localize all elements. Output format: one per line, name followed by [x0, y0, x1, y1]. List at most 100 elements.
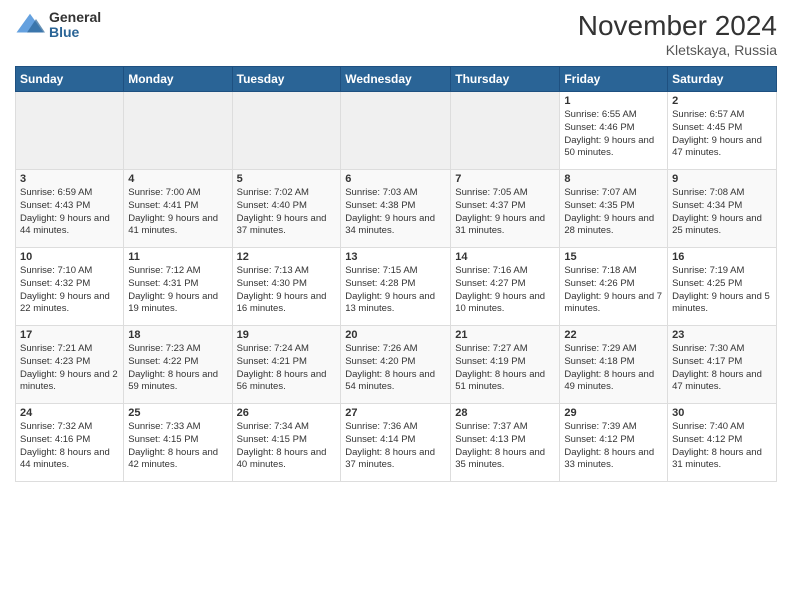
table-row [232, 92, 341, 170]
cell-content: Sunrise: 7:39 AM Sunset: 4:12 PM Dayligh… [564, 421, 663, 472]
table-row: 3 Sunrise: 6:59 AM Sunset: 4:43 PM Daylig… [16, 170, 124, 248]
day-number: 14 [455, 251, 555, 263]
day-number: 7 [455, 173, 555, 185]
table-row [124, 92, 232, 170]
table-row: 18 Sunrise: 7:23 AM Sunset: 4:22 PM Dayli… [124, 326, 232, 404]
cell-content: Sunrise: 7:05 AM Sunset: 4:37 PM Dayligh… [455, 187, 555, 238]
cell-content: Sunrise: 7:07 AM Sunset: 4:35 PM Dayligh… [564, 187, 663, 238]
table-row: 29 Sunrise: 7:39 AM Sunset: 4:12 PM Dayli… [560, 404, 668, 482]
logo-general: General [49, 10, 101, 25]
table-row: 24Sunrise: 7:32 AM Sunset: 4:16 PM Dayli… [16, 404, 124, 482]
logo-blue: Blue [49, 25, 101, 40]
day-number: 2 [672, 95, 772, 107]
cell-content: Sunrise: 7:37 AM Sunset: 4:13 PM Dayligh… [455, 421, 555, 472]
table-row: 9 Sunrise: 7:08 AM Sunset: 4:34 PM Daylig… [668, 170, 777, 248]
col-friday: Friday [560, 67, 668, 92]
day-number: 22 [564, 329, 663, 341]
day-number: 3 [20, 173, 119, 185]
table-row [451, 92, 560, 170]
table-row: 2 Sunrise: 6:57 AM Sunset: 4:45 PM Daylig… [668, 92, 777, 170]
table-row: 30Sunrise: 7:40 AM Sunset: 4:12 PM Dayli… [668, 404, 777, 482]
cell-content: Sunrise: 7:10 AM Sunset: 4:32 PM Dayligh… [20, 265, 119, 316]
table-row: 5Sunrise: 7:02 AM Sunset: 4:40 PM Daylig… [232, 170, 341, 248]
day-number: 16 [672, 251, 772, 263]
day-number: 23 [672, 329, 772, 341]
table-row: 22 Sunrise: 7:29 AM Sunset: 4:18 PM Dayli… [560, 326, 668, 404]
calendar-header-row: Sunday Monday Tuesday Wednesday Thursday… [16, 67, 777, 92]
table-row: 15Sunrise: 7:18 AM Sunset: 4:26 PM Dayli… [560, 248, 668, 326]
cell-content: Sunrise: 7:08 AM Sunset: 4:34 PM Dayligh… [672, 187, 772, 238]
cell-content: Sunrise: 7:33 AM Sunset: 4:15 PM Dayligh… [128, 421, 227, 472]
day-number: 5 [237, 173, 337, 185]
table-row: 12 Sunrise: 7:13 AM Sunset: 4:30 PM Dayli… [232, 248, 341, 326]
table-row: 11 Sunrise: 7:12 AM Sunset: 4:31 PM Dayli… [124, 248, 232, 326]
table-row: 28 Sunrise: 7:37 AM Sunset: 4:13 PM Dayli… [451, 404, 560, 482]
table-row: 16 Sunrise: 7:19 AM Sunset: 4:25 PM Dayli… [668, 248, 777, 326]
cell-content: Sunrise: 7:36 AM Sunset: 4:14 PM Dayligh… [345, 421, 446, 472]
col-monday: Monday [124, 67, 232, 92]
calendar-week-0: 1Sunrise: 6:55 AM Sunset: 4:46 PM Daylig… [16, 92, 777, 170]
table-row: 8Sunrise: 7:07 AM Sunset: 4:35 PM Daylig… [560, 170, 668, 248]
location: Kletskaya, Russia [578, 42, 777, 58]
day-number: 15 [564, 251, 663, 263]
day-number: 28 [455, 407, 555, 419]
cell-content: Sunrise: 7:21 AM Sunset: 4:23 PM Dayligh… [20, 343, 119, 394]
calendar: Sunday Monday Tuesday Wednesday Thursday… [15, 66, 777, 482]
day-number: 17 [20, 329, 119, 341]
day-number: 9 [672, 173, 772, 185]
day-number: 12 [237, 251, 337, 263]
col-tuesday: Tuesday [232, 67, 341, 92]
table-row: 17 Sunrise: 7:21 AM Sunset: 4:23 PM Dayli… [16, 326, 124, 404]
calendar-week-4: 24Sunrise: 7:32 AM Sunset: 4:16 PM Dayli… [16, 404, 777, 482]
cell-content: Sunrise: 7:03 AM Sunset: 4:38 PM Dayligh… [345, 187, 446, 238]
cell-content: Sunrise: 7:24 AM Sunset: 4:21 PM Dayligh… [237, 343, 337, 394]
table-row: 4Sunrise: 7:00 AM Sunset: 4:41 PM Daylig… [124, 170, 232, 248]
day-number: 6 [345, 173, 446, 185]
table-row: 23 Sunrise: 7:30 AM Sunset: 4:17 PM Dayli… [668, 326, 777, 404]
logo: General Blue [15, 10, 101, 41]
day-number: 25 [128, 407, 227, 419]
cell-content: Sunrise: 7:29 AM Sunset: 4:18 PM Dayligh… [564, 343, 663, 394]
table-row: 27 Sunrise: 7:36 AM Sunset: 4:14 PM Dayli… [341, 404, 451, 482]
header: General Blue November 2024 Kletskaya, Ru… [15, 10, 777, 58]
day-number: 1 [564, 95, 663, 107]
cell-content: Sunrise: 7:13 AM Sunset: 4:30 PM Dayligh… [237, 265, 337, 316]
table-row [341, 92, 451, 170]
col-wednesday: Wednesday [341, 67, 451, 92]
cell-content: Sunrise: 7:27 AM Sunset: 4:19 PM Dayligh… [455, 343, 555, 394]
cell-content: Sunrise: 7:12 AM Sunset: 4:31 PM Dayligh… [128, 265, 227, 316]
calendar-week-1: 3 Sunrise: 6:59 AM Sunset: 4:43 PM Daylig… [16, 170, 777, 248]
cell-content: Sunrise: 7:19 AM Sunset: 4:25 PM Dayligh… [672, 265, 772, 316]
title-block: November 2024 Kletskaya, Russia [578, 10, 777, 58]
day-number: 18 [128, 329, 227, 341]
table-row: 1Sunrise: 6:55 AM Sunset: 4:46 PM Daylig… [560, 92, 668, 170]
table-row: 14Sunrise: 7:16 AM Sunset: 4:27 PM Dayli… [451, 248, 560, 326]
table-row [16, 92, 124, 170]
day-number: 10 [20, 251, 119, 263]
cell-content: Sunrise: 7:34 AM Sunset: 4:15 PM Dayligh… [237, 421, 337, 472]
cell-content: Sunrise: 7:00 AM Sunset: 4:41 PM Dayligh… [128, 187, 227, 238]
cell-content: Sunrise: 7:30 AM Sunset: 4:17 PM Dayligh… [672, 343, 772, 394]
calendar-week-2: 10 Sunrise: 7:10 AM Sunset: 4:32 PM Dayli… [16, 248, 777, 326]
table-row: 21 Sunrise: 7:27 AM Sunset: 4:19 PM Dayli… [451, 326, 560, 404]
cell-content: Sunrise: 6:59 AM Sunset: 4:43 PM Dayligh… [20, 187, 119, 238]
cell-content: Sunrise: 7:26 AM Sunset: 4:20 PM Dayligh… [345, 343, 446, 394]
col-sunday: Sunday [16, 67, 124, 92]
logo-text: General Blue [49, 10, 101, 41]
table-row: 13 Sunrise: 7:15 AM Sunset: 4:28 PM Dayli… [341, 248, 451, 326]
table-row: 10 Sunrise: 7:10 AM Sunset: 4:32 PM Dayli… [16, 248, 124, 326]
day-number: 19 [237, 329, 337, 341]
day-number: 29 [564, 407, 663, 419]
cell-content: Sunrise: 7:15 AM Sunset: 4:28 PM Dayligh… [345, 265, 446, 316]
day-number: 13 [345, 251, 446, 263]
table-row: 20 Sunrise: 7:26 AM Sunset: 4:20 PM Dayli… [341, 326, 451, 404]
cell-content: Sunrise: 7:23 AM Sunset: 4:22 PM Dayligh… [128, 343, 227, 394]
table-row: 25 Sunrise: 7:33 AM Sunset: 4:15 PM Dayli… [124, 404, 232, 482]
cell-content: Sunrise: 7:32 AM Sunset: 4:16 PM Dayligh… [20, 421, 119, 472]
day-number: 20 [345, 329, 446, 341]
day-number: 11 [128, 251, 227, 263]
day-number: 21 [455, 329, 555, 341]
day-number: 27 [345, 407, 446, 419]
table-row: 19 Sunrise: 7:24 AM Sunset: 4:21 PM Dayli… [232, 326, 341, 404]
cell-content: Sunrise: 6:57 AM Sunset: 4:45 PM Dayligh… [672, 109, 772, 160]
